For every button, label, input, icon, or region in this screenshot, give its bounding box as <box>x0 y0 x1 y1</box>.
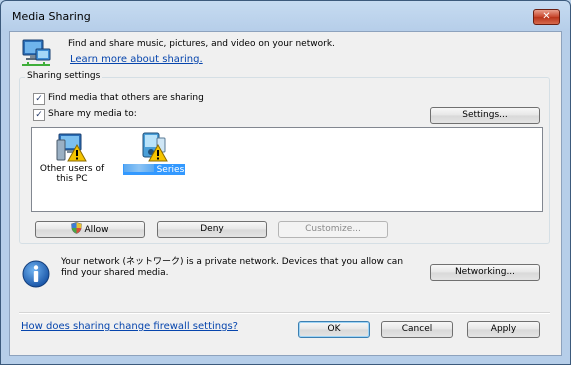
device-list[interactable]: Other users of this PC Series <box>31 127 543 212</box>
network-info-text: Your network (ネットワーク) is a private netwo… <box>61 257 403 279</box>
close-button[interactable]: ✕ <box>533 9 560 25</box>
device-name: Series <box>156 165 185 175</box>
redacted-name <box>123 164 154 172</box>
allow-label: Allow <box>84 225 109 235</box>
info-icon <box>22 260 50 288</box>
title-bar[interactable]: Media Sharing ✕ <box>1 1 570 31</box>
device-name: this PC <box>56 174 88 184</box>
firewall-help-link[interactable]: How does sharing change firewall setting… <box>21 321 238 332</box>
check-icon: ✓ <box>35 94 43 104</box>
customize-button[interactable]: Customize... <box>278 221 388 238</box>
cancel-button[interactable]: Cancel <box>381 321 453 338</box>
settings-button[interactable]: Settings... <box>430 107 540 124</box>
allow-button[interactable]: Allow <box>35 221 145 238</box>
media-sharing-network-icon <box>20 38 54 68</box>
device-item-selected[interactable]: Series <box>117 132 191 175</box>
share-media-checkbox[interactable]: ✓ <box>33 109 45 121</box>
networking-button[interactable]: Networking... <box>430 264 540 281</box>
network-info-line: Your network (ネットワーク) is a private netwo… <box>61 257 404 267</box>
divider <box>19 312 550 314</box>
device-item[interactable]: Other users of this PC <box>35 132 109 184</box>
find-media-checkbox[interactable]: ✓ <box>33 93 45 105</box>
device-name: Other users of <box>39 164 105 174</box>
apply-button[interactable]: Apply <box>467 321 540 338</box>
deny-button[interactable]: Deny <box>157 221 267 238</box>
sharing-settings-label: Sharing settings <box>25 71 103 81</box>
close-icon: ✕ <box>542 11 551 22</box>
ok-button[interactable]: OK <box>298 321 370 338</box>
media-device-warning-icon <box>137 132 171 164</box>
media-sharing-window: Media Sharing ✕ Find and share music, pi… <box>0 0 571 365</box>
learn-more-link[interactable]: Learn more about sharing. <box>70 54 203 65</box>
find-media-label: Find media that others are sharing <box>48 93 204 103</box>
computer-warning-icon <box>55 132 89 164</box>
shield-icon <box>71 222 83 240</box>
dialog-body: Find and share music, pictures, and vide… <box>9 31 562 356</box>
check-icon: ✓ <box>35 110 43 120</box>
header-description: Find and share music, pictures, and vide… <box>68 39 335 49</box>
share-media-label: Share my media to: <box>48 109 137 119</box>
window-title: Media Sharing <box>12 10 91 23</box>
network-info-line: find your shared media. <box>61 268 169 278</box>
